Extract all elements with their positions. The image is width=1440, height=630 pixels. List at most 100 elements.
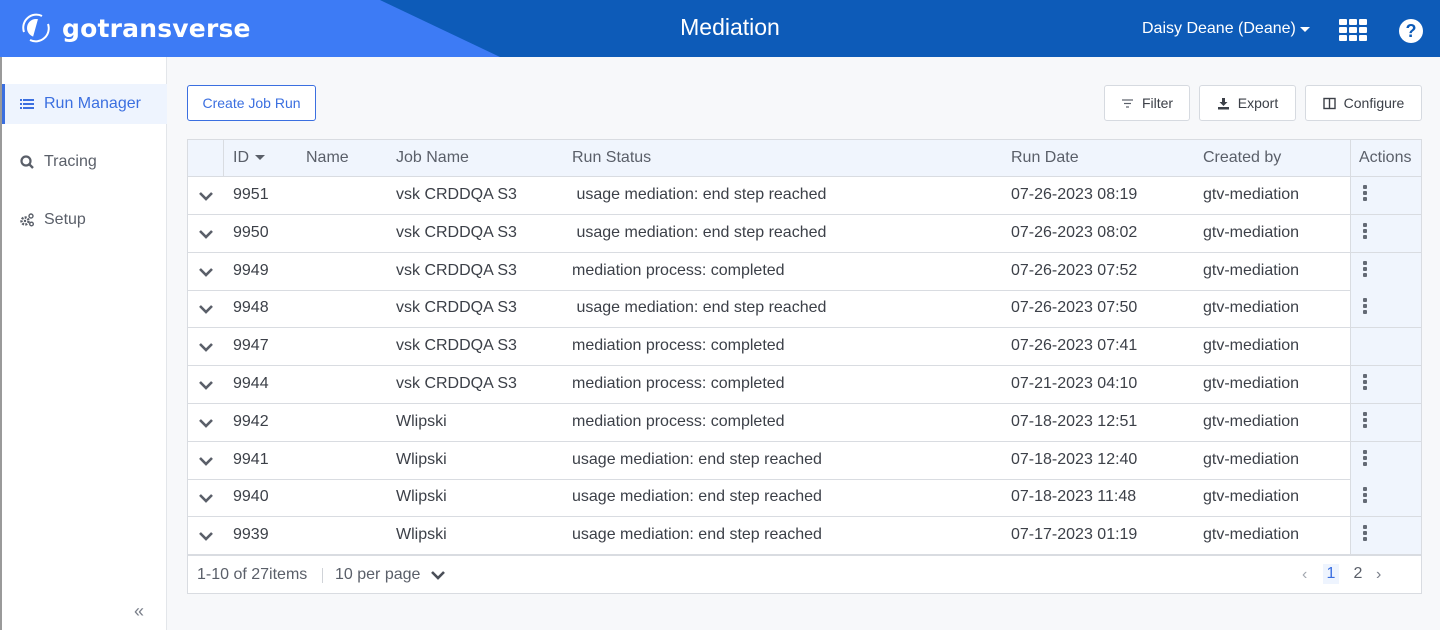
column-header-name[interactable]: Name — [306, 140, 349, 176]
cell-created-by: gtv-mediation — [1203, 299, 1300, 317]
page-size-select[interactable]: 10 per page — [335, 566, 446, 584]
cell-job-name: vsk CRDDQA S3 — [396, 223, 517, 241]
sidebar: Run Manager Tracing Setup « — [0, 57, 167, 630]
row-actions-menu-icon[interactable] — [1362, 411, 1368, 428]
column-header-created-by[interactable]: Created by — [1203, 140, 1281, 176]
sort-desc-icon — [255, 155, 265, 161]
column-header-run-date[interactable]: Run Date — [1011, 140, 1079, 176]
table-row[interactable]: 9950 vsk CRDDQA S3 usage mediation: end … — [188, 214, 1421, 253]
cell-run-date: 07-26-2023 08:19 — [1011, 186, 1138, 203]
expand-row-icon[interactable] — [198, 264, 214, 280]
expand-row-icon[interactable] — [198, 490, 214, 506]
column-separator — [1350, 140, 1351, 176]
cell-run-date: 07-18-2023 12:51 — [1011, 412, 1138, 430]
cell-job-name: Wlipski — [396, 412, 447, 430]
cell-actions — [1350, 252, 1421, 290]
row-actions-menu-icon[interactable] — [1362, 298, 1368, 315]
cell-actions — [1350, 214, 1421, 252]
expand-row-icon[interactable] — [198, 377, 214, 393]
column-header-id-label: ID — [233, 149, 249, 166]
expand-row-icon[interactable] — [198, 415, 214, 431]
configure-label: Configure — [1343, 95, 1405, 111]
filter-button[interactable]: Filter — [1104, 85, 1190, 121]
sidebar-item-tracing[interactable]: Tracing — [2, 142, 167, 182]
sidebar-item-setup[interactable]: Setup — [2, 200, 167, 240]
table-row[interactable]: 9944 vsk CRDDQA S3 mediation process: co… — [188, 366, 1421, 404]
filter-icon — [1121, 98, 1133, 108]
cell-job-name: Wlipski — [396, 488, 447, 506]
next-page-button[interactable]: › — [1376, 566, 1381, 584]
column-header-run-status[interactable]: Run Status — [572, 140, 651, 176]
export-label: Export — [1237, 95, 1279, 111]
cell-id: 9949 — [233, 261, 269, 279]
cell-created-by: gtv-mediation — [1203, 337, 1300, 355]
row-actions-menu-icon[interactable] — [1362, 449, 1368, 466]
page-2-button[interactable]: 2 — [1350, 564, 1366, 584]
table-row[interactable]: 9942 Wlipski mediation process: complete… — [188, 403, 1421, 442]
collapse-sidebar-icon[interactable]: « — [134, 601, 144, 622]
list-icon — [20, 99, 34, 109]
table-row[interactable]: 9941 Wlipski usage mediation: end step r… — [188, 441, 1421, 480]
table-row[interactable]: 9939 Wlipski usage mediation: end step r… — [188, 517, 1421, 556]
cell-actions — [1350, 328, 1421, 366]
expand-row-icon[interactable] — [198, 339, 214, 355]
app-grid-icon[interactable] — [1339, 19, 1367, 41]
expand-row-icon[interactable] — [198, 301, 214, 317]
cell-actions — [1350, 177, 1421, 214]
configure-button[interactable]: Configure — [1305, 85, 1422, 121]
sidebar-item-label: Tracing — [44, 153, 97, 170]
expand-row-icon[interactable] — [198, 528, 214, 544]
cell-run-date: 07-26-2023 07:41 — [1011, 337, 1138, 355]
cell-run-status: mediation process: completed — [572, 412, 785, 430]
table-row[interactable]: 9940 Wlipski usage mediation: end step r… — [188, 479, 1421, 518]
cell-actions — [1350, 517, 1421, 555]
previous-page-button[interactable]: ‹ — [1302, 566, 1307, 584]
job-runs-table: ID Name Job Name Run Status Run Date Cre… — [187, 139, 1422, 594]
cell-run-status: usage mediation: end step reached — [572, 488, 822, 506]
cell-job-name: vsk CRDDQA S3 — [396, 261, 517, 279]
column-header-id[interactable]: ID — [233, 140, 265, 176]
page-1-button[interactable]: 1 — [1323, 564, 1339, 584]
expand-row-icon[interactable] — [198, 188, 214, 204]
create-job-run-label: Create Job Run — [202, 95, 301, 111]
create-job-run-button[interactable]: Create Job Run — [187, 85, 316, 121]
user-menu[interactable]: Daisy Deane (Deane) — [1142, 20, 1310, 38]
pagination-divider — [322, 568, 323, 583]
cell-run-status: usage mediation: end step reached — [572, 186, 827, 203]
cell-created-by: gtv-mediation — [1203, 488, 1300, 506]
row-actions-menu-icon[interactable] — [1362, 185, 1368, 201]
table-row[interactable]: 9948 vsk CRDDQA S3 usage mediation: end … — [188, 290, 1421, 329]
cell-run-status: mediation process: completed — [572, 337, 785, 355]
column-separator — [223, 140, 224, 176]
expand-row-icon[interactable] — [198, 453, 214, 469]
cell-run-status: mediation process: completed — [572, 375, 785, 392]
cell-run-date: 07-26-2023 08:02 — [1011, 223, 1138, 241]
expand-row-icon[interactable] — [198, 226, 214, 242]
export-button[interactable]: Export — [1199, 85, 1296, 121]
cell-created-by: gtv-mediation — [1203, 186, 1300, 203]
download-icon — [1217, 97, 1229, 109]
cell-actions — [1350, 403, 1421, 441]
table-row[interactable]: 9947 vsk CRDDQA S3 mediation process: co… — [188, 328, 1421, 367]
cell-run-date: 07-26-2023 07:50 — [1011, 299, 1138, 317]
table-row[interactable]: 9951 vsk CRDDQA S3 usage mediation: end … — [188, 177, 1421, 215]
caret-down-icon — [1299, 26, 1310, 32]
pagination-info: 1-10 of 27items — [197, 566, 308, 583]
row-actions-menu-icon[interactable] — [1362, 222, 1368, 239]
column-header-job-name[interactable]: Job Name — [396, 140, 469, 176]
row-actions-menu-icon[interactable] — [1362, 525, 1368, 542]
cell-run-date: 07-21-2023 04:10 — [1011, 375, 1138, 392]
help-icon[interactable]: ? — [1399, 19, 1423, 43]
sidebar-item-run-manager[interactable]: Run Manager — [2, 84, 167, 124]
table-row[interactable]: 9949 vsk CRDDQA S3 mediation process: co… — [188, 252, 1421, 291]
cell-run-date: 07-18-2023 12:40 — [1011, 450, 1138, 468]
cell-run-status: mediation process: completed — [572, 261, 785, 279]
cell-id: 9950 — [233, 223, 269, 241]
cell-created-by: gtv-mediation — [1203, 223, 1300, 241]
column-header-actions: Actions — [1359, 149, 1412, 166]
table-header: ID Name Job Name Run Status Run Date Cre… — [188, 140, 1421, 177]
cell-actions — [1350, 366, 1421, 403]
row-actions-menu-icon[interactable] — [1362, 487, 1368, 504]
row-actions-menu-icon[interactable] — [1362, 374, 1368, 390]
row-actions-menu-icon[interactable] — [1362, 260, 1368, 277]
